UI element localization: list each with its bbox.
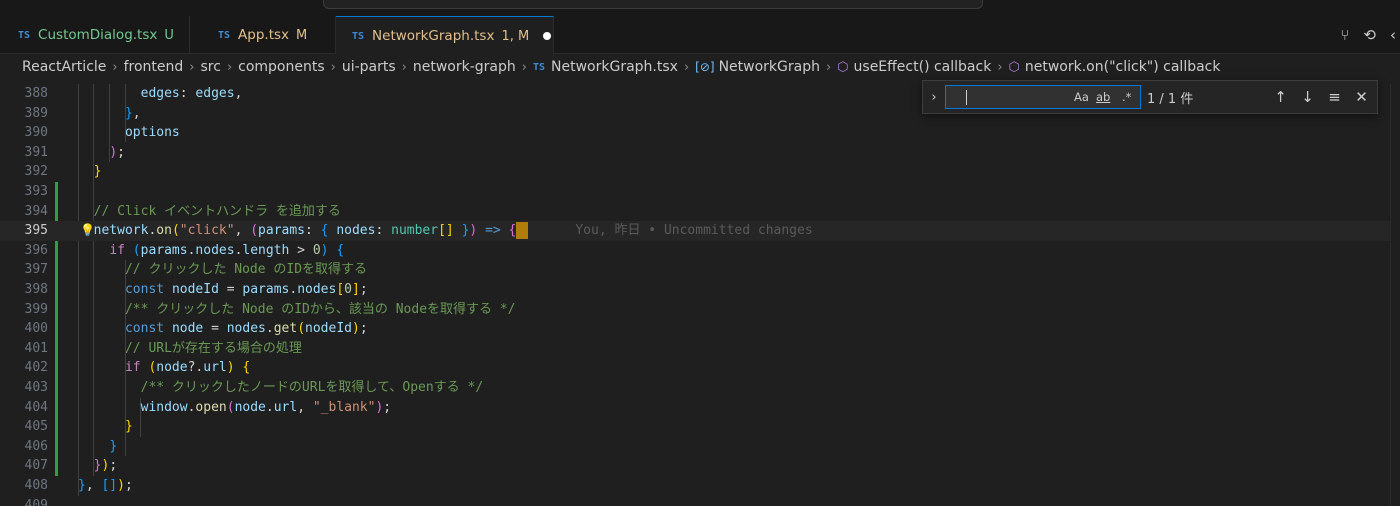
toggle-replace-chevron-icon[interactable]: ›	[923, 90, 945, 105]
breadcrumb-file[interactable]: NetworkGraph.tsx	[551, 59, 678, 75]
tab-customdialog[interactable]: TS CustomDialog.tsx U	[0, 16, 190, 54]
tab-label: NetworkGraph.tsx	[372, 28, 495, 44]
code-line: 396 if (params.nodes.length > 0) {	[24, 242, 345, 258]
code-line: 390 options	[24, 125, 180, 141]
tab-git-status: U	[164, 27, 174, 43]
code-line-current: 395 💡 network.on("click", (params: { node…	[0, 221, 1390, 241]
text-cursor	[516, 222, 529, 240]
code-line: 402 if (node?.url) {	[24, 360, 251, 376]
code-line: 397 // クリックした Node のIDを取得する	[24, 262, 368, 278]
text-cursor	[966, 90, 967, 105]
find-input[interactable]: Aa ab .*	[945, 85, 1141, 109]
code-line: 392 }	[24, 164, 102, 180]
chevron-right-icon: ›	[521, 59, 527, 75]
tab-git-status: 1, M	[501, 28, 530, 44]
open-changes-icon[interactable]: ⟲	[1363, 26, 1376, 44]
breadcrumb-item[interactable]: frontend	[124, 59, 184, 75]
code-line: 399 /** クリックした Node のIDから、該当の Nodeを取得する …	[24, 301, 516, 317]
editor-actions: ⑂ ⟲ ‹	[1340, 16, 1400, 54]
code-line: 403 /** クリックしたノードのURLを取得して、Openする */	[24, 380, 484, 395]
breadcrumb-item[interactable]: src	[200, 59, 220, 75]
tab-networkgraph[interactable]: TS NetworkGraph.tsx 1, M	[336, 16, 554, 55]
match-case-icon[interactable]: Aa	[1074, 90, 1089, 104]
code-line: 391 );	[24, 144, 125, 160]
breadcrumb-symbol[interactable]: NetworkGraph	[719, 59, 820, 75]
code-line: 394 // Click イベントハンドラ を追加する	[24, 203, 341, 219]
find-in-selection-icon[interactable]: ≡	[1321, 88, 1348, 106]
command-center[interactable]	[323, 0, 983, 9]
code-line: 400 const node = nodes.get(nodeId);	[24, 321, 368, 337]
close-icon[interactable]: ✕	[1348, 88, 1375, 106]
breadcrumb: ReactArticle › frontend › src › components ›…	[0, 55, 1400, 79]
find-widget: › Aa ab .* 1 / 1 件 ↑ ↓ ≡ ✕	[922, 80, 1378, 114]
breadcrumb-item[interactable]: components	[238, 59, 325, 75]
previous-match-icon[interactable]: ↑	[1267, 88, 1294, 106]
breadcrumb-item[interactable]: ui-parts	[342, 59, 396, 75]
tab-git-status: M	[296, 27, 308, 43]
find-result-count: 1 / 1 件	[1147, 91, 1194, 107]
breadcrumb-item[interactable]: network-graph	[413, 59, 516, 75]
chevron-right-icon: ›	[825, 59, 832, 75]
method-cube-icon: ⬡	[1008, 59, 1020, 75]
editor-tabs: TS CustomDialog.tsx U TS App.tsx M TS Ne…	[0, 16, 1400, 55]
chevron-right-icon: ›	[112, 59, 118, 75]
typescript-icon: TS	[218, 29, 231, 41]
code-line: 404 window.open(node.url, "_blank");	[24, 399, 392, 415]
chevron-right-icon: ›	[226, 59, 233, 75]
code-line: 409	[24, 497, 48, 506]
source-control-icon[interactable]: ⑂	[1340, 26, 1349, 44]
typescript-icon: TS	[532, 61, 546, 73]
code-line: 398 const nodeId = params.nodes[0];	[24, 282, 368, 297]
breadcrumb-callback[interactable]: network.on("click") callback	[1025, 59, 1221, 75]
chevron-right-icon: ›	[401, 59, 407, 75]
vertical-scrollbar[interactable]	[1390, 84, 1400, 506]
breadcrumb-callback[interactable]: useEffect() callback	[854, 59, 992, 75]
chevron-right-icon: ›	[997, 59, 1003, 75]
more-actions-icon[interactable]: ‹	[1390, 26, 1396, 44]
chevron-right-icon: ›	[330, 59, 336, 75]
git-blame-annotation: You, 昨日 • Uncommitted changes	[575, 223, 813, 239]
typescript-icon: TS	[18, 29, 31, 41]
unsaved-dot-icon[interactable]	[543, 32, 552, 40]
breadcrumb-item[interactable]: ReactArticle	[22, 59, 106, 75]
chevron-right-icon: ›	[189, 59, 195, 75]
typescript-icon: TS	[352, 30, 365, 42]
code-editor[interactable]: 388 edges: edges, 389 }, 390 options 391…	[0, 84, 1390, 506]
regex-icon[interactable]: .*	[1122, 90, 1131, 104]
chevron-right-icon: ›	[683, 59, 690, 75]
code-line: 405 }	[24, 419, 133, 435]
whole-word-icon[interactable]: ab	[1096, 90, 1110, 104]
variable-symbol-icon: [⊘]	[695, 60, 715, 74]
next-match-icon[interactable]: ↓	[1294, 88, 1321, 106]
method-cube-icon: ⬡	[837, 59, 849, 75]
tab-app[interactable]: TS App.tsx M	[200, 16, 336, 54]
code-line: 401 // URLが存在する場合の処理	[24, 340, 302, 356]
code-line: 393	[24, 184, 48, 199]
tab-label: App.tsx	[238, 27, 290, 43]
title-bar	[0, 0, 1400, 16]
code-line: 408}, []);	[24, 478, 133, 493]
code-line: 406 }	[24, 438, 118, 454]
code-line: 407 });	[24, 458, 118, 474]
tab-label: CustomDialog.tsx	[38, 27, 158, 43]
